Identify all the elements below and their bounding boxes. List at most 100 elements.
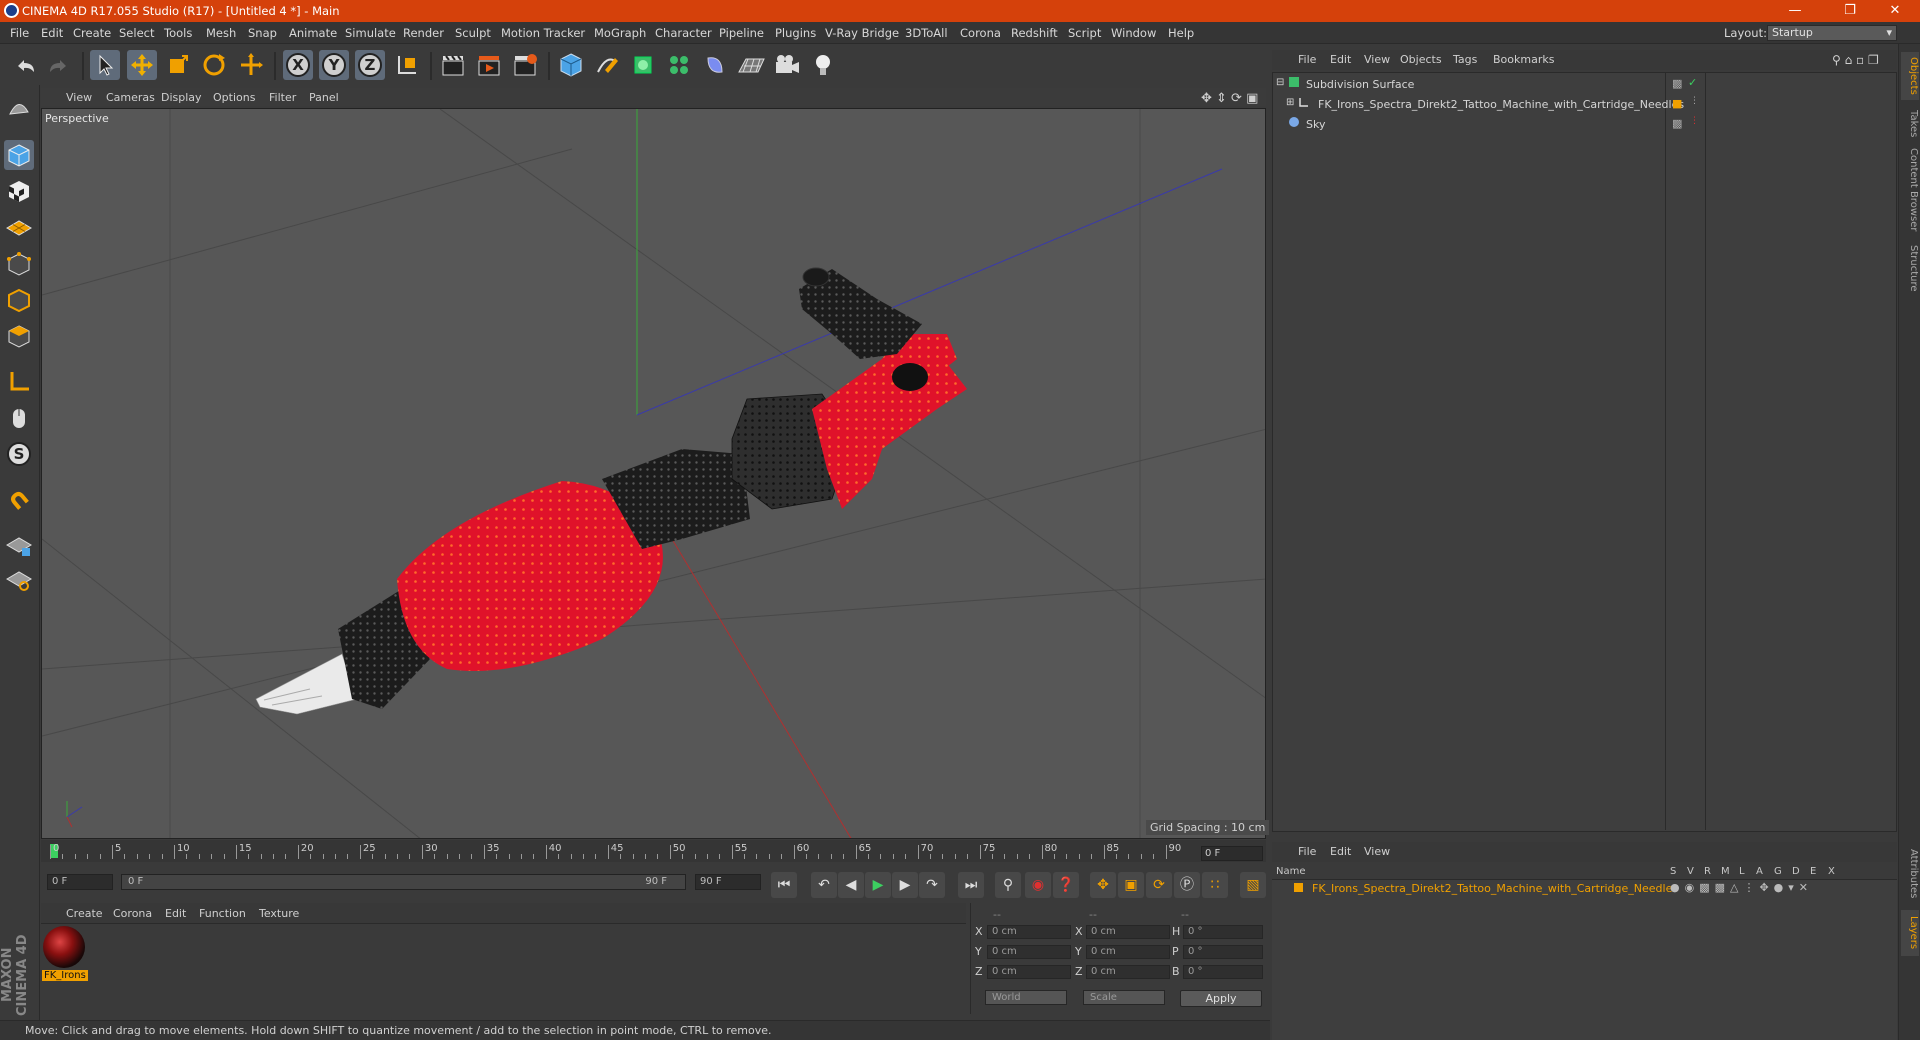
cloner-button[interactable] — [664, 50, 694, 80]
layer-row[interactable]: FK_Irons_Spectra_Direkt2_Tattoo_Machine_… — [1272, 881, 1892, 898]
material-name[interactable]: FK_Irons — [42, 970, 88, 981]
object-menu-view[interactable]: View — [1364, 53, 1390, 66]
maximize-button[interactable]: ❐ — [1830, 1, 1870, 21]
collapse-icon[interactable]: ⊟ — [1276, 77, 1284, 88]
y-axis-lock-button[interactable]: Y — [319, 50, 349, 80]
next-key-button[interactable]: ↷ — [919, 872, 945, 898]
viewport-menu-view[interactable]: View — [66, 91, 92, 104]
move-tool-button[interactable] — [127, 50, 157, 80]
axis-mode-button[interactable] — [4, 367, 34, 397]
menu-tools[interactable]: Tools — [164, 26, 192, 40]
pos-z-field[interactable]: 0 cm — [987, 965, 1071, 979]
prev-frame-button[interactable]: ◀ — [838, 872, 864, 898]
menu-help[interactable]: Help — [1168, 26, 1194, 40]
size-x-field[interactable]: 0 cm — [1086, 925, 1170, 939]
menu-script[interactable]: Script — [1068, 26, 1101, 40]
spline-pen-button[interactable] — [592, 50, 622, 80]
layer-menu-view[interactable]: View — [1364, 845, 1390, 858]
tab-attributes[interactable]: Attributes — [1901, 844, 1919, 904]
menu-snap[interactable]: Snap — [248, 26, 277, 40]
tab-layers[interactable]: Layers — [1901, 910, 1919, 956]
goto-end-button[interactable]: ⏭ — [958, 872, 984, 898]
object-row[interactable]: ⊞ FK_Irons_Spectra_Direkt2_Tattoo_Machin… — [1274, 96, 1874, 114]
material-swatch[interactable] — [43, 926, 85, 968]
start-frame-field[interactable]: 0 F — [47, 874, 113, 890]
object-name[interactable]: Sky — [1306, 118, 1325, 131]
current-frame-field[interactable]: 0 F — [1201, 846, 1263, 861]
menu-corona[interactable]: Corona — [960, 26, 1001, 40]
key-pla-button[interactable]: ∷ — [1202, 872, 1228, 898]
tab-objects[interactable]: Objects — [1901, 52, 1919, 100]
rotate-tool-button[interactable] — [199, 50, 229, 80]
viewport-menu-filter[interactable]: Filter — [269, 91, 296, 104]
menu-select[interactable]: Select — [119, 26, 154, 40]
undo-button[interactable] — [10, 50, 40, 80]
edges-mode-button[interactable] — [4, 285, 34, 315]
layout-select[interactable]: Startup ▾ — [1767, 25, 1897, 41]
visibility-dots-icon[interactable]: ⋮ — [1690, 96, 1699, 106]
render-view-button[interactable] — [438, 50, 468, 80]
menu-animate[interactable]: Animate — [289, 26, 337, 40]
texture-mode-button[interactable] — [4, 176, 34, 206]
next-frame-button[interactable]: ▶ — [892, 872, 918, 898]
tab-structure[interactable]: Structure — [1901, 240, 1919, 296]
object-row[interactable]: Sky ▩ ⋮ — [1274, 116, 1874, 134]
rot-p-field[interactable]: 0 ° — [1183, 945, 1263, 959]
material-menu-texture[interactable]: Texture — [259, 907, 299, 920]
play-button[interactable]: ▶ — [865, 872, 891, 898]
light-button[interactable] — [808, 50, 838, 80]
menu-edit[interactable]: Edit — [41, 26, 63, 40]
snap-button[interactable]: S — [4, 439, 34, 469]
minimize-button[interactable]: — — [1775, 1, 1815, 21]
planar-workplane-button[interactable] — [4, 565, 34, 595]
layer-menu-edit[interactable]: Edit — [1330, 845, 1351, 858]
menu-sculpt[interactable]: Sculpt — [455, 26, 491, 40]
scale-tool-button[interactable] — [163, 50, 193, 80]
layer-menu-file[interactable]: File — [1298, 845, 1316, 858]
floor-button[interactable] — [736, 50, 766, 80]
object-name[interactable]: FK_Irons_Spectra_Direkt2_Tattoo_Machine_… — [1318, 98, 1684, 111]
expand-icon[interactable]: ⊞ — [1286, 97, 1294, 108]
visibility-dots-icon[interactable]: ⋮ — [1690, 116, 1699, 126]
menu-plugins[interactable]: Plugins — [775, 26, 816, 40]
object-name[interactable]: Subdivision Surface — [1306, 78, 1414, 91]
size-z-field[interactable]: 0 cm — [1086, 965, 1170, 979]
menu-file[interactable]: File — [10, 26, 29, 40]
deformer-button[interactable] — [700, 50, 730, 80]
render-settings-button[interactable] — [510, 50, 540, 80]
menu-mograph[interactable]: MoGraph — [594, 26, 646, 40]
viewport-menu-display[interactable]: Display — [161, 91, 202, 104]
key-scale-button[interactable]: ▣ — [1118, 872, 1144, 898]
menu-simulate[interactable]: Simulate — [345, 26, 396, 40]
material-menu-create[interactable]: Create — [66, 907, 103, 920]
viewport-menu-panel[interactable]: Panel — [309, 91, 339, 104]
close-button[interactable]: ✕ — [1875, 1, 1915, 21]
workplane-mode-button[interactable] — [4, 212, 34, 242]
tweak-mode-button[interactable] — [4, 403, 34, 433]
object-menu-file[interactable]: File — [1298, 53, 1316, 66]
camera-button[interactable] — [772, 50, 802, 80]
points-mode-button[interactable] — [4, 249, 34, 279]
layer-name[interactable]: FK_Irons_Spectra_Direkt2_Tattoo_Machine_… — [1312, 882, 1678, 895]
menu-vray-bridge[interactable]: V-Ray Bridge — [825, 26, 899, 40]
subdivision-surface-button[interactable] — [628, 50, 658, 80]
cube-primitive-button[interactable] — [556, 50, 586, 80]
record-button[interactable]: ◉ — [1025, 872, 1051, 898]
viewport-menu-options[interactable]: Options — [213, 91, 255, 104]
prev-key-button[interactable]: ↶ — [811, 872, 837, 898]
layer-color-icon[interactable]: ■ — [1672, 97, 1682, 110]
menu-pipeline[interactable]: Pipeline — [719, 26, 764, 40]
tattoo-machine-model[interactable] — [255, 267, 967, 715]
goto-start-button[interactable]: ⏮ — [771, 872, 797, 898]
layer-toggles-icon[interactable]: ●◉▩▩△⋮✥●▾✕ — [1670, 881, 1813, 894]
model-mode-button[interactable] — [4, 140, 34, 170]
pos-y-field[interactable]: 0 cm — [987, 945, 1071, 959]
frame-range-slider[interactable]: 0 F 90 F — [121, 874, 686, 890]
locked-workplane-button[interactable] — [4, 531, 34, 561]
motion-record-button[interactable]: ⚲ — [995, 872, 1021, 898]
size-y-field[interactable]: 0 cm — [1086, 945, 1170, 959]
menu-motion-tracker[interactable]: Motion Tracker — [501, 26, 585, 40]
rot-b-field[interactable]: 0 ° — [1183, 965, 1263, 979]
object-menu-objects[interactable]: Objects — [1400, 53, 1442, 66]
key-parameter-button[interactable]: Ⓟ — [1174, 872, 1200, 898]
